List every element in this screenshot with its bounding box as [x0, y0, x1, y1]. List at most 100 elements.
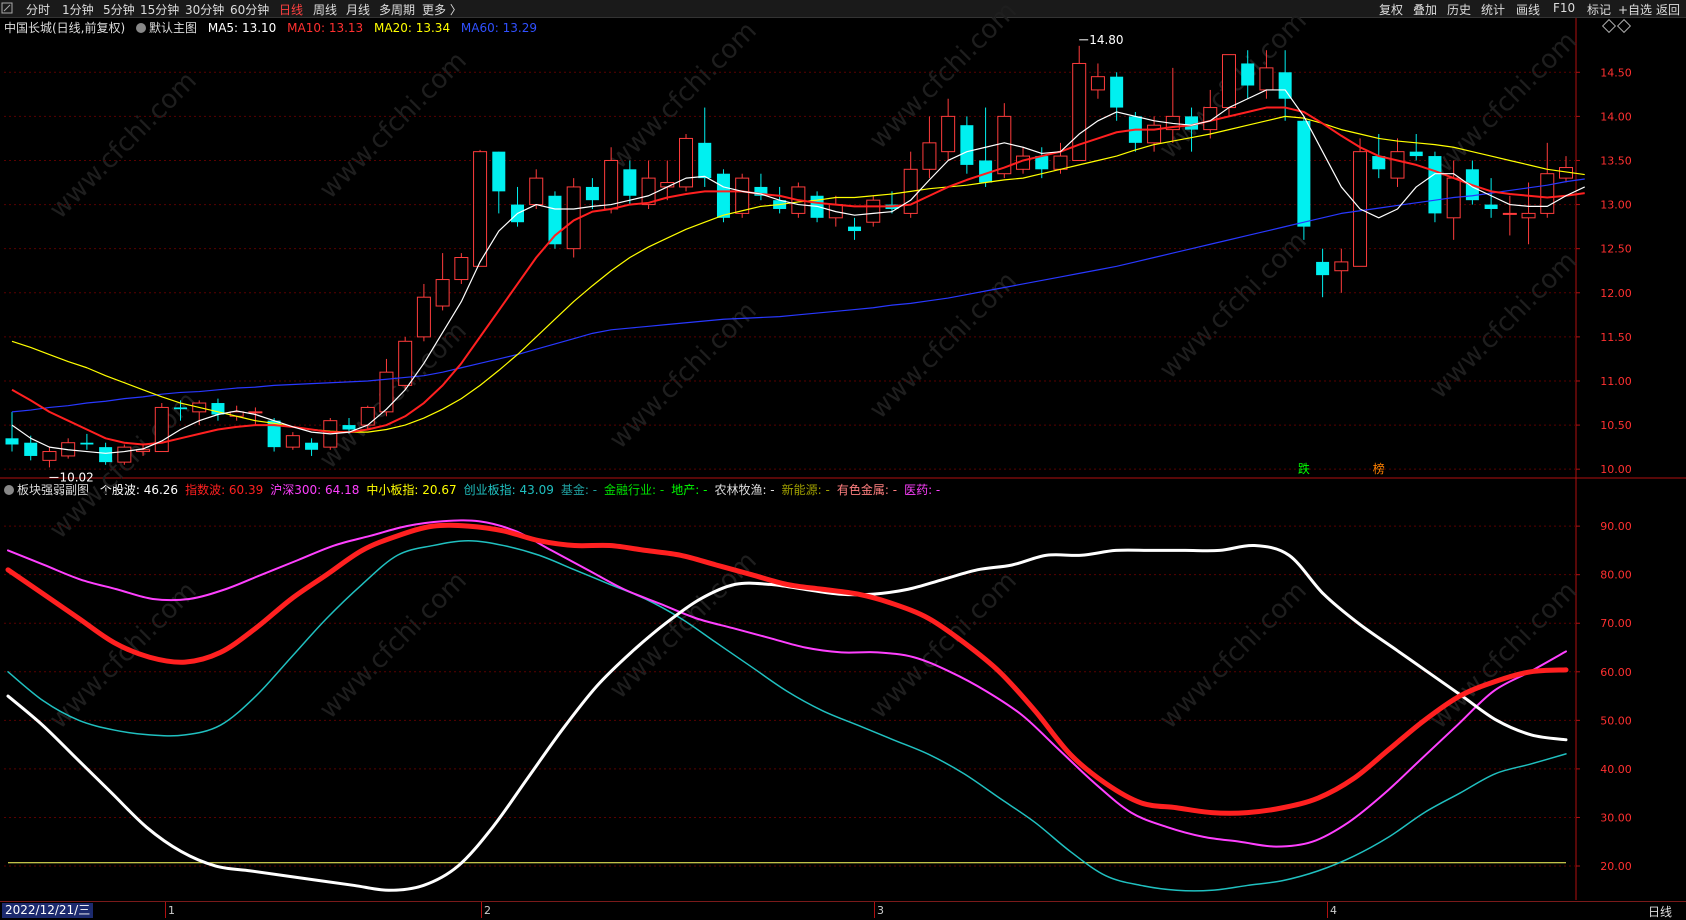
- ma5-line: [11, 89, 1585, 454]
- candle-body-down: [174, 407, 188, 410]
- chart-canvas: www.cfchi.com www.cfchi.com www.cfchi.com w…: [0, 0, 1686, 900]
- candle-body-up: [117, 446, 132, 463]
- cursor-date: 2022/12/21/三: [2, 903, 94, 918]
- ma10-line: [11, 106, 1585, 446]
- signal-marker: 跌: [1298, 461, 1310, 476]
- candle-body-up: [866, 199, 881, 223]
- candle-body-up: [1540, 173, 1555, 214]
- candle-body-up: [154, 406, 169, 453]
- candle-body-up: [1053, 155, 1068, 170]
- ma20-line: [11, 115, 1585, 433]
- series-line-4: [7, 539, 1567, 892]
- candle-body-down: [5, 438, 19, 445]
- candle-body-up: [360, 406, 375, 426]
- candle-body-up: [1334, 261, 1349, 272]
- osc-tick-label: 30.00: [1600, 811, 1632, 824]
- time-axis: 2022/12/21/三 1 2 3 4 日线: [0, 901, 1686, 919]
- month-tick-label: 3: [877, 904, 884, 917]
- price-tick-label: 11.50: [1600, 331, 1632, 344]
- watermark-text: www.cfchi.com: [1424, 246, 1583, 405]
- candle-body-down: [585, 186, 599, 201]
- osc-tick-label: 20.00: [1600, 860, 1632, 873]
- watermark-text: www.cfchi.com: [314, 46, 473, 205]
- candle-body-up: [473, 151, 488, 267]
- month-tick: [874, 902, 875, 918]
- candle-body-up: [416, 296, 431, 338]
- candle-body-up: [42, 451, 57, 461]
- osc-tick-label: 50.00: [1600, 714, 1632, 727]
- candle-body-down: [342, 425, 356, 430]
- osc-tick-label: 90.00: [1600, 520, 1632, 533]
- candle-body-up: [1203, 107, 1218, 131]
- candle-body-down: [1316, 261, 1330, 276]
- price-tick-label: 13.50: [1600, 154, 1632, 167]
- price-tick-label: 10.50: [1600, 419, 1632, 432]
- candle-body-down: [1297, 120, 1311, 227]
- watermark-text: www.cfchi.com: [1424, 26, 1583, 185]
- month-tick: [165, 902, 166, 918]
- month-tick-label: 1: [168, 904, 175, 917]
- candle-body-up: [248, 411, 263, 414]
- candle-body-down: [698, 142, 712, 179]
- candle-body-down: [99, 447, 113, 463]
- candle-body-up: [941, 115, 956, 153]
- osc-tick-label: 40.00: [1600, 763, 1632, 776]
- watermark-text: www.cfchi.com: [864, 566, 1023, 725]
- osc-tick-label: 60.00: [1600, 666, 1632, 679]
- osc-tick-label: 80.00: [1600, 569, 1632, 582]
- candle-body-down: [1241, 63, 1255, 86]
- candle-body-down: [1409, 151, 1423, 157]
- candle-body-down: [1185, 116, 1199, 130]
- extreme-price-label: 14.80: [1089, 33, 1123, 47]
- candle-body-up: [1147, 124, 1162, 144]
- watermark-text: www.cfchi.com: [864, 266, 1023, 425]
- period-label[interactable]: 日线: [1648, 903, 1672, 920]
- candle-body-up: [1221, 54, 1236, 109]
- candle-body-down: [492, 151, 506, 192]
- candle-body-up: [285, 435, 300, 448]
- watermark-text: www.cfchi.com: [314, 566, 473, 725]
- candle-body-up: [922, 142, 937, 170]
- price-tick-label: 10.00: [1600, 463, 1632, 476]
- price-tick-label: 11.00: [1600, 375, 1632, 388]
- extreme-price-label: 10.02: [59, 470, 93, 484]
- series-line-1: [5, 522, 1569, 816]
- candle-body-up: [454, 257, 469, 281]
- watermark-text: www.cfchi.com: [1154, 576, 1313, 735]
- candle-body-down: [1484, 204, 1498, 209]
- price-tick-label: 14.00: [1600, 110, 1632, 123]
- candle-body-down: [848, 226, 862, 232]
- watermark-text: www.cfchi.com: [604, 296, 763, 455]
- candle-body-down: [24, 442, 38, 456]
- candle-body-up: [435, 279, 450, 307]
- price-tick-label: 12.00: [1600, 287, 1632, 300]
- watermark-text: www.cfchi.com: [1154, 226, 1313, 385]
- month-tick: [1327, 902, 1328, 918]
- candle-body-up: [604, 159, 619, 210]
- candle-body-down: [960, 125, 974, 165]
- series-line-0: [6, 543, 1568, 892]
- candle-body-up: [379, 371, 394, 413]
- watermark-text: www.cfchi.com: [44, 386, 203, 545]
- candle-body-up: [1521, 212, 1536, 219]
- price-tick-label: 14.50: [1600, 66, 1632, 79]
- price-tick-label: 12.50: [1600, 243, 1632, 256]
- price-tick-label: 13.00: [1600, 199, 1632, 212]
- candle-body-up: [735, 177, 750, 214]
- candle-body-down: [80, 442, 94, 445]
- watermark-text: www.cfchi.com: [44, 66, 203, 225]
- candle-body-down: [305, 442, 319, 450]
- series-line-2: [7, 519, 1567, 848]
- candle-body-up: [1390, 151, 1405, 179]
- candle-body-down: [1278, 72, 1292, 99]
- candle-body-up: [1259, 67, 1274, 91]
- month-tick-label: 2: [484, 904, 491, 917]
- osc-tick-label: 70.00: [1600, 617, 1632, 630]
- candle-body-down: [1110, 76, 1124, 108]
- month-tick-label: 4: [1330, 904, 1337, 917]
- month-tick: [481, 902, 482, 918]
- candle-body-up: [1090, 76, 1105, 91]
- candle-body-up: [529, 177, 544, 206]
- candle-body-up: [398, 340, 413, 386]
- candle-body-down: [1428, 156, 1442, 214]
